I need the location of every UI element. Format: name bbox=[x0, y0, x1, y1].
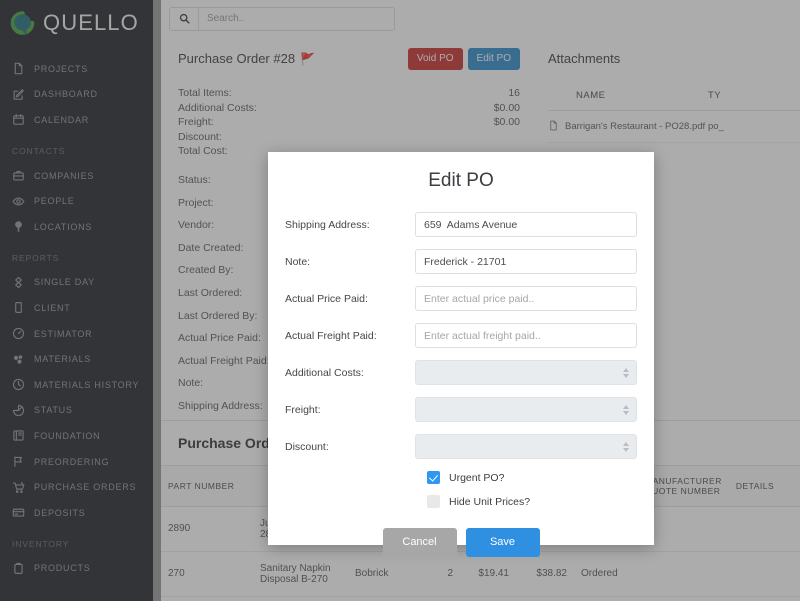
save-button[interactable]: Save bbox=[465, 528, 540, 557]
field-wrapper bbox=[415, 323, 637, 348]
field-wrapper bbox=[415, 397, 637, 422]
number-stepper[interactable] bbox=[621, 366, 630, 380]
modal-checkboxes: Urgent PO? Hide Unit Prices? bbox=[285, 471, 637, 508]
field-label: Freight: bbox=[285, 403, 321, 416]
field-label: Note: bbox=[285, 255, 311, 268]
modal-form: Shipping Address: Note: Actual Price Paid:… bbox=[285, 212, 637, 459]
field-wrapper bbox=[415, 360, 637, 385]
checkbox-row[interactable]: Hide Unit Prices? bbox=[427, 495, 637, 508]
checkbox-row[interactable]: Urgent PO? bbox=[427, 471, 637, 484]
field-wrapper bbox=[415, 249, 637, 274]
form-row: Discount: bbox=[285, 434, 637, 459]
edit-po-modal: Edit PO Shipping Address: Note: Actual Pri… bbox=[268, 152, 654, 557]
form-row: Actual Freight Paid: bbox=[285, 323, 637, 348]
urgent-po-checkbox[interactable] bbox=[427, 471, 440, 484]
field-label: Discount: bbox=[285, 440, 329, 453]
checkbox-label: Urgent PO? bbox=[449, 471, 505, 484]
modal-title: Edit PO bbox=[428, 170, 494, 191]
field-label: Additional Costs: bbox=[285, 366, 364, 379]
checkbox-label: Hide Unit Prices? bbox=[449, 495, 531, 508]
number-stepper[interactable] bbox=[621, 440, 630, 454]
form-row: Actual Price Paid: bbox=[285, 286, 637, 311]
actual-freight-paid-input[interactable] bbox=[415, 323, 637, 348]
field-wrapper bbox=[415, 212, 637, 237]
hide-unit-prices-checkbox[interactable] bbox=[427, 495, 440, 508]
cancel-button[interactable]: Cancel bbox=[382, 528, 457, 557]
field-label: Shipping Address: bbox=[285, 218, 370, 231]
additional-costs-input[interactable] bbox=[415, 360, 637, 385]
modal-actions: Cancel Save bbox=[285, 528, 637, 557]
field-label: Actual Price Paid: bbox=[285, 292, 368, 305]
form-row: Note: bbox=[285, 249, 637, 274]
shipping-address-input[interactable] bbox=[415, 212, 637, 237]
field-label: Actual Freight Paid: bbox=[285, 329, 377, 342]
number-stepper[interactable] bbox=[621, 403, 630, 417]
form-row: Additional Costs: bbox=[285, 360, 637, 385]
form-row: Shipping Address: bbox=[285, 212, 637, 237]
field-wrapper bbox=[415, 434, 637, 459]
discount-input[interactable] bbox=[415, 434, 637, 459]
freight-input[interactable] bbox=[415, 397, 637, 422]
app-root: QUELLO PROJECTS DASHBOARD CALENDAR CONTACTS… bbox=[0, 0, 800, 601]
field-wrapper bbox=[415, 286, 637, 311]
form-row: Freight: bbox=[285, 397, 637, 422]
actual-price-paid-input[interactable] bbox=[415, 286, 637, 311]
note-input[interactable] bbox=[415, 249, 637, 274]
